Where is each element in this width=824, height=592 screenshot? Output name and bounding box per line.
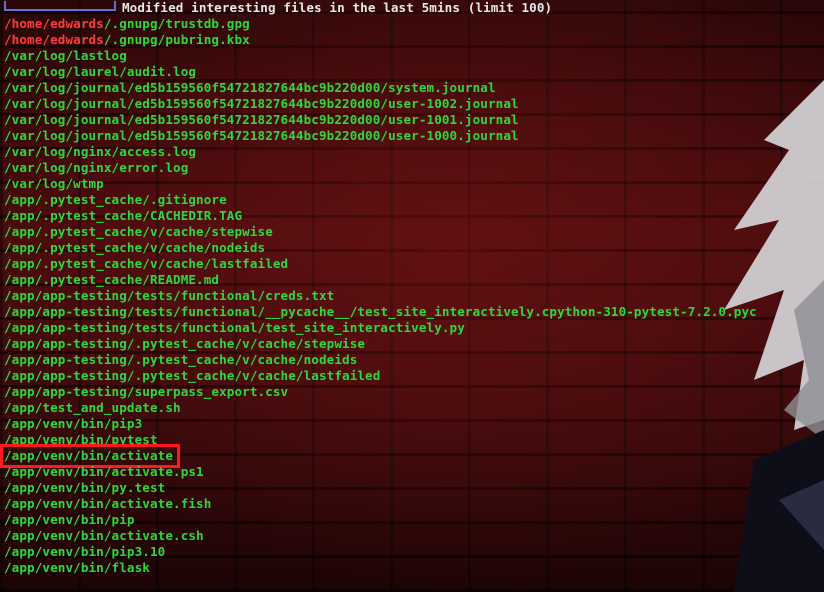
file-path-line: /app/venv/bin/activate.ps1 [4, 464, 757, 480]
file-path-text: /app/app-testing/tests/functional/test_s… [4, 320, 465, 335]
file-path-line: /var/log/journal/ed5b159560f54721827644b… [4, 80, 757, 96]
file-path-text: /.gnupg/trustdb.gpg [103, 16, 250, 31]
file-path-line: /app/venv/bin/flask [4, 560, 757, 576]
file-path-text: /var/log/nginx/access.log [4, 144, 197, 159]
file-path-text: /app/.pytest_cache/README.md [4, 272, 220, 287]
file-path-line: /var/log/journal/ed5b159560f54721827644b… [4, 112, 757, 128]
file-path-line: /app/app-testing/tests/functional/__pyca… [4, 304, 757, 320]
file-path-text: /app/venv/bin/pytest [4, 432, 158, 447]
file-path-line: /app/venv/bin/pip3 [4, 416, 757, 432]
file-list: /home/edwards/.gnupg/trustdb.gpg/home/ed… [0, 16, 757, 576]
file-path-line: /home/edwards/.gnupg/pubring.kbx [4, 32, 757, 48]
file-path-prefix: /home/edwards [4, 16, 104, 31]
file-path-line: /app/venv/bin/py.test [4, 480, 757, 496]
file-path-text: /app/venv/bin/pip [4, 512, 135, 527]
file-path-line: /var/log/wtmp [4, 176, 757, 192]
file-path-text: /app/venv/bin/activate.ps1 [4, 464, 204, 479]
file-path-text: /app/venv/bin/pip3.10 [4, 544, 166, 559]
file-path-text: /app/app-testing/.pytest_cache/v/cache/s… [4, 336, 366, 351]
highlighted-file-path: /app/venv/bin/activate [0, 444, 181, 468]
file-path-text: /app/test_and_update.sh [4, 400, 181, 415]
file-path-text: /app/venv/bin/pip3 [4, 416, 143, 431]
file-path-line: /var/log/nginx/access.log [4, 144, 757, 160]
file-path-line: /var/log/nginx/error.log [4, 160, 757, 176]
file-path-line: /var/log/lastlog [4, 48, 757, 64]
terminal-output: Modified interesting files in the last 5… [0, 0, 757, 576]
file-path-text: /app/venv/bin/py.test [4, 480, 166, 495]
file-path-text: /app/app-testing/tests/functional/creds.… [4, 288, 335, 303]
file-path-text: /var/log/nginx/error.log [4, 160, 189, 175]
file-path-line: /app/.pytest_cache/v/cache/nodeids [4, 240, 757, 256]
file-path-text: /app/app-testing/superpass_export.csv [4, 384, 289, 399]
file-path-text: /app/app-testing/.pytest_cache/v/cache/l… [4, 368, 381, 383]
section-title: Modified interesting files in the last 5… [122, 0, 553, 15]
file-path-text: /var/log/journal/ed5b159560f54721827644b… [4, 112, 519, 127]
file-path-line: /var/log/journal/ed5b159560f54721827644b… [4, 96, 757, 112]
file-path-text: /app/.pytest_cache/v/cache/stepwise [4, 224, 273, 239]
file-path-line: /app/.pytest_cache/v/cache/stepwise [4, 224, 757, 240]
file-path-line: /app/.pytest_cache/CACHEDIR.TAG [4, 208, 757, 224]
section-bracket-decoration [4, 1, 116, 11]
file-path-line: /app/venv/bin/pip [4, 512, 757, 528]
file-path-text: /app/app-testing/tests/functional/__pyca… [4, 304, 757, 319]
file-path-text: /var/log/lastlog [4, 48, 127, 63]
section-header: Modified interesting files in the last 5… [4, 0, 757, 16]
file-path-text: /var/log/wtmp [4, 176, 104, 191]
file-path-text: /app/.pytest_cache/CACHEDIR.TAG [4, 208, 243, 223]
file-path-line: /app/app-testing/tests/functional/creds.… [4, 288, 757, 304]
file-path-line: /app/venv/bin/activate [0, 444, 757, 468]
file-path-text: /var/log/journal/ed5b159560f54721827644b… [4, 96, 519, 111]
file-path-text: /.gnupg/pubring.kbx [103, 32, 250, 47]
file-path-text: /app/.pytest_cache/v/cache/lastfailed [4, 256, 289, 271]
file-path-text: /app/venv/bin/activate [4, 448, 174, 463]
file-path-line: /app/.pytest_cache/README.md [4, 272, 757, 288]
file-path-text: /app/venv/bin/flask [4, 560, 150, 575]
file-path-line: /var/log/laurel/audit.log [4, 64, 757, 80]
file-path-line: /app/venv/bin/activate.fish [4, 496, 757, 512]
file-path-text: /var/log/laurel/audit.log [4, 64, 197, 79]
file-path-text: /var/log/journal/ed5b159560f54721827644b… [4, 128, 519, 143]
file-path-text: /var/log/journal/ed5b159560f54721827644b… [4, 80, 496, 95]
file-path-line: /app/test_and_update.sh [4, 400, 757, 416]
file-path-line: /home/edwards/.gnupg/trustdb.gpg [4, 16, 757, 32]
file-path-text: /app/venv/bin/activate.csh [4, 528, 204, 543]
file-path-text: /app/.pytest_cache/.gitignore [4, 192, 227, 207]
file-path-prefix: /home/edwards [4, 32, 104, 47]
file-path-line: /app/app-testing/.pytest_cache/v/cache/s… [4, 336, 757, 352]
file-path-line: /app/app-testing/tests/functional/test_s… [4, 320, 757, 336]
file-path-line: /app/venv/bin/pip3.10 [4, 544, 757, 560]
file-path-text: /app/app-testing/.pytest_cache/v/cache/n… [4, 352, 358, 367]
file-path-text: /app/.pytest_cache/v/cache/nodeids [4, 240, 266, 255]
file-path-text: /app/venv/bin/activate.fish [4, 496, 212, 511]
file-path-line: /app/.pytest_cache/v/cache/lastfailed [4, 256, 757, 272]
file-path-line: /app/venv/bin/activate.csh [4, 528, 757, 544]
file-path-line: /app/app-testing/.pytest_cache/v/cache/l… [4, 368, 757, 384]
file-path-line: /app/app-testing/.pytest_cache/v/cache/n… [4, 352, 757, 368]
file-path-line: /var/log/journal/ed5b159560f54721827644b… [4, 128, 757, 144]
file-path-line: /app/venv/bin/pytest [4, 432, 757, 448]
file-path-line: /app/app-testing/superpass_export.csv [4, 384, 757, 400]
file-path-line: /app/.pytest_cache/.gitignore [4, 192, 757, 208]
